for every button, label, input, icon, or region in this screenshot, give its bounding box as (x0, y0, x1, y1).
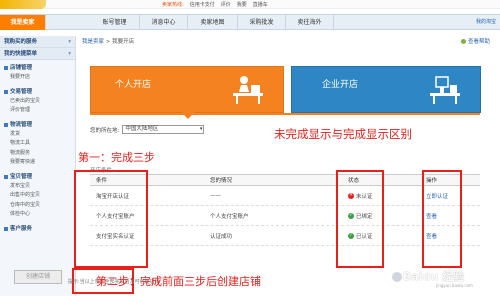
location-row: 您的所在地: 中国大陆地区 ▾ (90, 125, 205, 134)
breadcrumb-link[interactable]: 我是卖家 (82, 39, 104, 45)
sidebar-section-shortcuts[interactable]: 我的快捷菜单 ▾ (0, 48, 75, 60)
sidebar-group-trade: 交易管理 已卖出的宝贝 评价管理 (0, 84, 75, 117)
location-value: 中国大陆地区 (125, 126, 159, 132)
sidebar-item-checkup[interactable]: 体检中心 (0, 210, 75, 220)
main-content: 我是卖家 > 我要开店 查看帮助 个人开店 企业开店 您的所在地: 中国大陆地区… (72, 36, 500, 296)
tab-messages[interactable]: 消息中心 (140, 15, 188, 30)
help-link[interactable]: 查看帮助 (460, 37, 490, 45)
sidebar-section-label: 我购买的服务 (4, 39, 38, 45)
top-link-card-pay[interactable]: 信用卡支付 (190, 1, 215, 8)
tab-seller[interactable]: 我是卖家 (0, 15, 46, 30)
tab-wholesale[interactable]: 采购批发 (238, 15, 286, 30)
sidebar-group-title[interactable]: 店铺管理 (0, 63, 75, 73)
sidebar-item-ship[interactable]: 发货 (0, 130, 75, 140)
tab-overseas[interactable]: 卖往海外 (286, 15, 334, 30)
top-links: 卖家热线: 信用卡支付 评价 我要 直播车 (162, 1, 268, 8)
square-bullet-icon (4, 174, 8, 179)
chevron-down-icon: ▾ (199, 126, 203, 132)
row-situation: 认证成功 (210, 233, 233, 240)
enterprise-shop-banner[interactable]: 企业开店 (291, 66, 481, 113)
sidebar-group-service: 客户服务 (0, 221, 75, 235)
square-bullet-icon (4, 226, 8, 231)
annotation-step-one: 第一：完成三步 (78, 151, 155, 164)
top-link-review[interactable]: 评价 (221, 1, 231, 8)
personal-shop-banner[interactable]: 个人开店 (90, 66, 284, 119)
sidebar-item-publish[interactable]: 发布宝贝 (0, 182, 75, 192)
main-nav: 我是卖家 账号管理 消息中心 卖家地图 采购批发 卖往海外 我的淘宝 (0, 14, 500, 30)
sidebar-item-logistics-service[interactable]: 物流服务 (0, 149, 75, 159)
sidebar-section-label: 我的快捷菜单 (4, 51, 38, 57)
annotation-box-conditions (74, 170, 148, 268)
paw-logo-icon (392, 272, 402, 282)
sidebar-item-on-sale[interactable]: 出售中的宝贝 (0, 191, 75, 201)
annotation-step-two: 第二步：完成前面三步后创建店铺 (96, 275, 261, 288)
chevron-down-icon: ▾ (68, 51, 71, 57)
row-situation: —— (210, 192, 221, 199)
row-situation: 个人支付宝账户 (210, 213, 249, 220)
sidebar-item-send-express[interactable]: 我要寄快递 (0, 158, 75, 168)
sidebar-item-logistics-tools[interactable]: 物流工具 (0, 139, 75, 149)
location-select[interactable]: 中国大陆地区 ▾ (122, 125, 205, 134)
tab-seller-map[interactable]: 卖家地图 (188, 15, 238, 30)
annotation-status-diff: 未完成显示与完成显示区别 (274, 127, 412, 141)
sidebar-item-sold[interactable]: 已卖出的宝贝 (0, 97, 75, 107)
breadcrumb: 我是卖家 > 我要开店 (82, 37, 134, 45)
header-situation: 您的情况 (210, 178, 233, 184)
sidebar-group-title[interactable]: 宝贝管理 (0, 172, 75, 182)
breadcrumb-separator: > (104, 39, 113, 45)
top-link-live[interactable]: 直播车 (253, 1, 268, 8)
site-logo[interactable] (0, 0, 46, 9)
enterprise-shop-label: 企业开店 (322, 80, 359, 90)
my-taobao-link[interactable]: 我的淘宝 (476, 15, 496, 30)
sidebar-group-items: 宝贝管理 发布宝贝 出售中的宝贝 仓库中的宝贝 体检中心 (0, 169, 75, 221)
top-strip: 卖家热线: 信用卡支付 评价 我要 直播车 (0, 0, 500, 9)
sidebar: 我购买的服务 ▾ 我的快捷菜单 ▾ 店铺管理 我要开店 交易管理 已卖出的宝贝 … (0, 36, 76, 296)
square-bullet-icon (4, 89, 8, 94)
office-desk-icon (430, 76, 460, 104)
sidebar-item-warehouse[interactable]: 仓库中的宝贝 (0, 201, 75, 211)
sidebar-group-shop: 店铺管理 我要开店 (0, 60, 75, 84)
help-icon (460, 38, 466, 44)
watermark-url: jingyan.baidu.com (436, 283, 473, 288)
sidebar-item-open-shop[interactable]: 我要开店 (0, 73, 75, 83)
chevron-down-icon: ▾ (68, 39, 71, 45)
annotation-box-status (336, 170, 384, 268)
baidu-watermark: Baidu 经验 (392, 268, 464, 284)
top-link-mine[interactable]: 我要 (237, 1, 247, 8)
square-bullet-icon (4, 122, 8, 127)
sidebar-group-title[interactable]: 物流管理 (0, 120, 75, 130)
breadcrumb-current: 我要开店 (112, 39, 135, 45)
sidebar-group-logistics: 物流管理 发货 物流工具 物流服务 我要寄快递 (0, 117, 75, 169)
sidebar-section-services[interactable]: 我购买的服务 ▾ (0, 36, 75, 48)
personal-shop-label: 个人开店 (115, 80, 152, 90)
tab-account[interactable]: 账号管理 (90, 15, 140, 30)
create-shop-button[interactable]: 创建店铺 (14, 270, 62, 284)
location-label: 您的所在地: (90, 127, 120, 134)
watermark-main: Baidu 经验 (403, 270, 465, 283)
sidebar-item-reviews[interactable]: 评价管理 (0, 106, 75, 116)
sidebar-group-title[interactable]: 交易管理 (0, 87, 75, 97)
person-desk-icon (233, 76, 263, 104)
help-label: 查看帮助 (467, 39, 490, 45)
sidebar-group-title[interactable]: 客户服务 (0, 224, 75, 234)
square-bullet-icon (4, 66, 8, 70)
banner-underline (90, 113, 480, 115)
seller-hotline-link[interactable]: 卖家热线: (162, 1, 184, 8)
annotation-box-actions (422, 170, 462, 268)
